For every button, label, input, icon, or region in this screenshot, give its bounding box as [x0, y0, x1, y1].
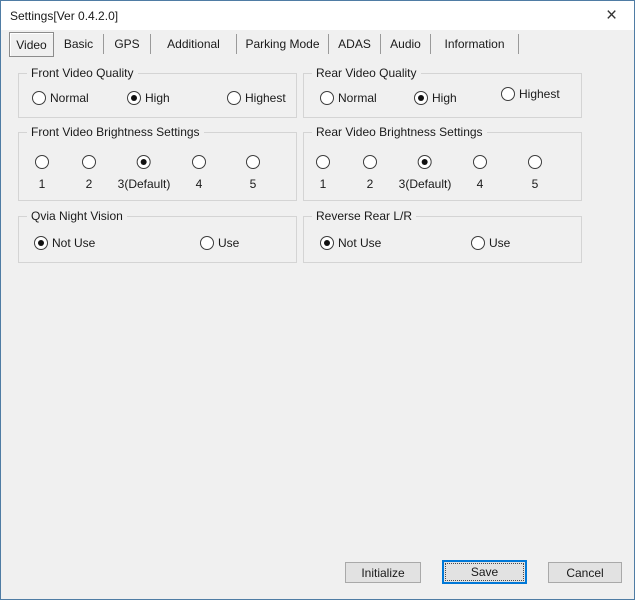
radio-label: Use	[218, 236, 239, 250]
group-title: Rear Video Brightness Settings	[312, 125, 487, 140]
radio-label: Use	[489, 236, 510, 250]
tab-basic[interactable]: Basic	[54, 34, 104, 54]
group-title: Reverse Rear L/R	[312, 209, 416, 224]
radio-icon	[418, 155, 432, 169]
group-title: Qvia Night Vision	[27, 209, 127, 224]
radio-label: 2	[86, 177, 93, 191]
radio-rear-brightness-5[interactable]: 5	[528, 155, 542, 191]
radio-icon	[34, 236, 48, 250]
settings-window: Settings[Ver 0.4.2.0] × Video Basic GPS …	[0, 0, 635, 600]
radio-label: 1	[320, 177, 327, 191]
radio-label: 5	[250, 177, 257, 191]
radio-icon	[32, 91, 46, 105]
radio-label: 3(Default)	[118, 177, 171, 191]
radio-label: Highest	[245, 91, 286, 105]
radio-front-quality-normal[interactable]: Normal	[32, 91, 89, 105]
radio-reverse-rear-use[interactable]: Use	[471, 236, 510, 250]
radio-front-brightness-5[interactable]: 5	[246, 155, 260, 191]
radio-rear-brightness-1[interactable]: 1	[316, 155, 330, 191]
radio-night-vision-use[interactable]: Use	[200, 236, 239, 250]
radio-label: Highest	[519, 87, 560, 101]
radio-icon	[227, 91, 241, 105]
radio-label: Not Use	[338, 236, 381, 250]
radio-icon	[316, 155, 330, 169]
radio-rear-quality-high[interactable]: High	[414, 91, 457, 105]
radio-front-quality-high[interactable]: High	[127, 91, 170, 105]
cancel-button[interactable]: Cancel	[548, 562, 622, 583]
radio-label: 2	[367, 177, 374, 191]
radio-front-quality-highest[interactable]: Highest	[227, 91, 286, 105]
radio-rear-brightness-4[interactable]: 4	[473, 155, 487, 191]
radio-icon	[320, 236, 334, 250]
group-rear-video-quality: Rear Video Quality Normal High Highest	[303, 73, 582, 118]
initialize-button[interactable]: Initialize	[345, 562, 421, 583]
radio-label: 3(Default)	[399, 177, 452, 191]
close-icon: ×	[606, 6, 617, 25]
radio-label: 1	[39, 177, 46, 191]
radio-front-brightness-4[interactable]: 4	[192, 155, 206, 191]
radio-icon	[35, 155, 49, 169]
radio-icon	[200, 236, 214, 250]
radio-icon	[192, 155, 206, 169]
radio-front-brightness-1[interactable]: 1	[35, 155, 49, 191]
radio-label: 5	[532, 177, 539, 191]
radio-label: Normal	[338, 91, 377, 105]
tab-gps[interactable]: GPS	[104, 34, 151, 54]
radio-night-vision-not-use[interactable]: Not Use	[34, 236, 95, 250]
radio-front-brightness-3[interactable]: 3(Default)	[118, 155, 171, 191]
radio-icon	[137, 155, 151, 169]
radio-rear-brightness-2[interactable]: 2	[363, 155, 377, 191]
radio-label: Normal	[50, 91, 89, 105]
save-button[interactable]: Save	[442, 560, 527, 584]
radio-front-brightness-2[interactable]: 2	[82, 155, 96, 191]
radio-label: High	[432, 91, 457, 105]
group-reverse-rear-lr: Reverse Rear L/R Not Use Use	[303, 216, 582, 263]
tab-information[interactable]: Information	[431, 34, 519, 54]
radio-rear-brightness-3[interactable]: 3(Default)	[399, 155, 452, 191]
group-rear-video-brightness: Rear Video Brightness Settings 1 2 3(Def…	[303, 132, 582, 201]
radio-label: High	[145, 91, 170, 105]
tab-parking-mode[interactable]: Parking Mode	[237, 34, 329, 54]
radio-icon	[363, 155, 377, 169]
tab-adas[interactable]: ADAS	[329, 34, 381, 54]
group-title: Front Video Quality	[27, 66, 138, 81]
close-button[interactable]: ×	[589, 1, 634, 30]
radio-icon	[528, 155, 542, 169]
radio-icon	[82, 155, 96, 169]
radio-label: 4	[196, 177, 203, 191]
titlebar: Settings[Ver 0.4.2.0] ×	[1, 1, 634, 30]
radio-icon	[127, 91, 141, 105]
tab-video[interactable]: Video	[9, 32, 54, 57]
radio-icon	[471, 236, 485, 250]
group-qvia-night-vision: Qvia Night Vision Not Use Use	[18, 216, 297, 263]
radio-rear-quality-highest[interactable]: Highest	[501, 87, 560, 101]
tab-bar: Video Basic GPS Additional Parking Mode …	[9, 31, 519, 57]
radio-label: 4	[477, 177, 484, 191]
tab-audio[interactable]: Audio	[381, 34, 431, 54]
radio-icon	[501, 87, 515, 101]
radio-icon	[246, 155, 260, 169]
group-front-video-quality: Front Video Quality Normal High Highest	[18, 73, 297, 118]
radio-icon	[414, 91, 428, 105]
group-title: Front Video Brightness Settings	[27, 125, 204, 140]
window-title: Settings[Ver 0.4.2.0]	[1, 9, 118, 23]
group-front-video-brightness: Front Video Brightness Settings 1 2 3(De…	[18, 132, 297, 201]
radio-icon	[320, 91, 334, 105]
radio-label: Not Use	[52, 236, 95, 250]
radio-reverse-rear-not-use[interactable]: Not Use	[320, 236, 381, 250]
tab-additional[interactable]: Additional	[151, 34, 237, 54]
group-title: Rear Video Quality	[312, 66, 421, 81]
radio-rear-quality-normal[interactable]: Normal	[320, 91, 377, 105]
radio-icon	[473, 155, 487, 169]
